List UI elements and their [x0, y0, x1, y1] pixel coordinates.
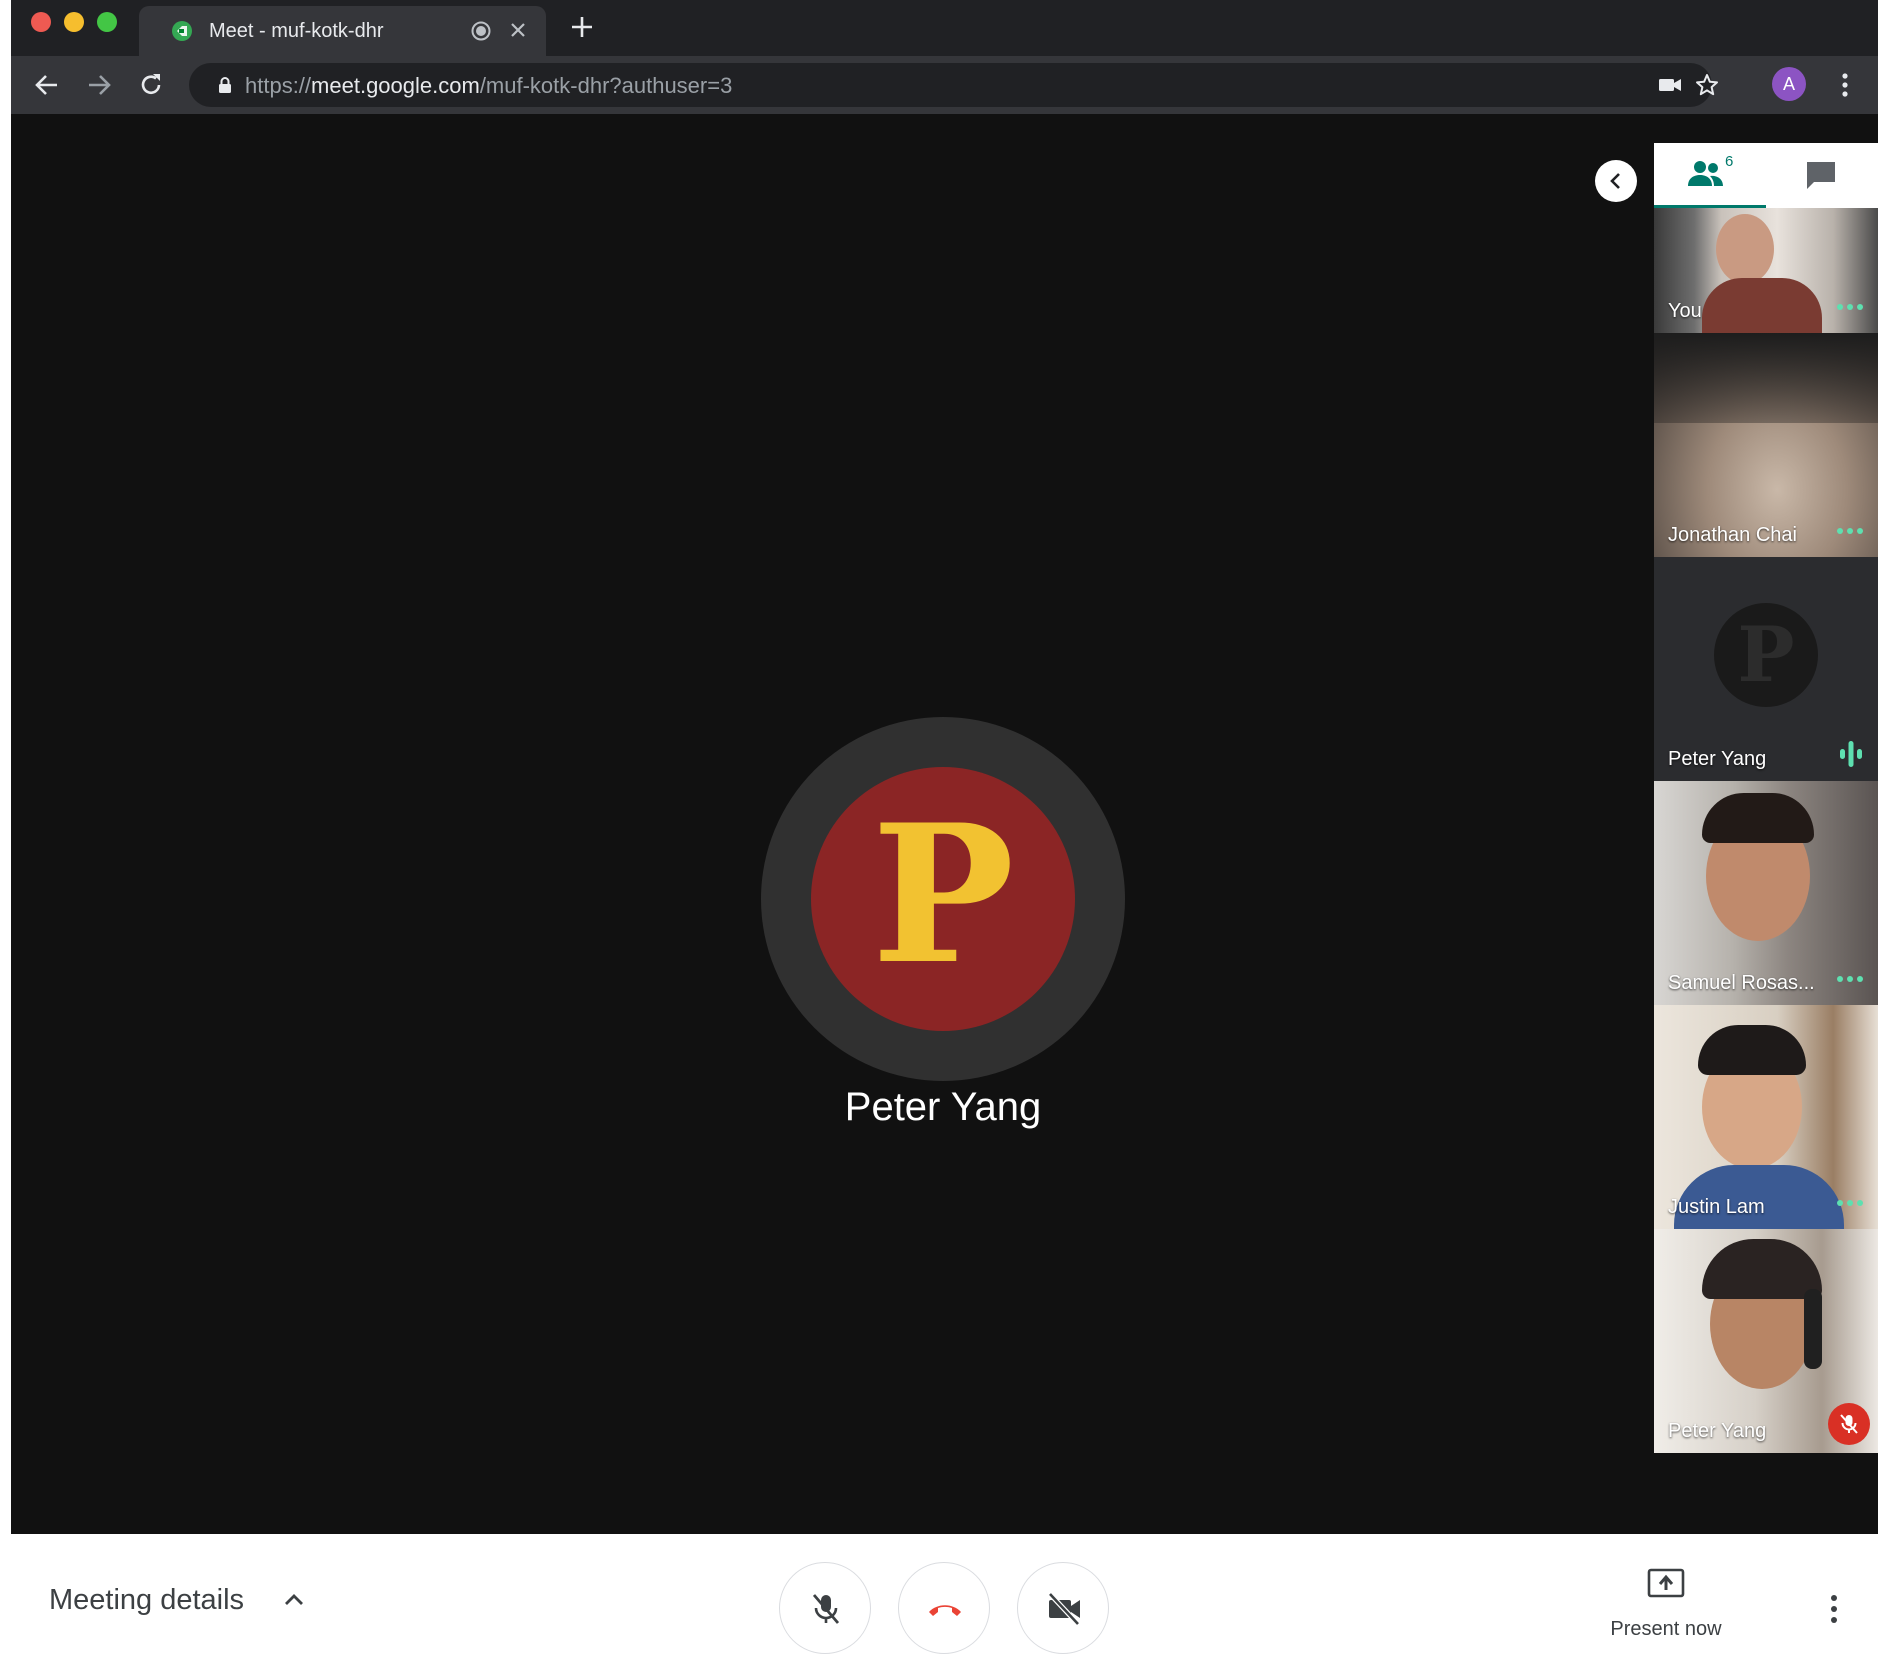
mic-off-icon	[812, 1594, 840, 1624]
speaking-indicator-icon	[1840, 741, 1862, 767]
browser-window: Meet - muf-kotk-dhr https://meet.google.…	[11, 0, 1878, 1670]
bookmark-star-icon[interactable]	[1694, 72, 1720, 98]
participant-tile[interactable]: Jonathan Chai	[1654, 333, 1878, 557]
participant-video-hair	[1654, 333, 1878, 423]
tab-title: Meet - muf-kotk-dhr	[209, 20, 384, 42]
muted-badge	[1828, 1403, 1870, 1445]
meeting-details-label: Meeting details	[49, 1584, 245, 1616]
participant-avatar: P	[1714, 603, 1818, 707]
address-bar[interactable]: https://meet.google.com/muf-kotk-dhr?aut…	[189, 63, 1718, 107]
active-speaker-name: Peter Yang	[844, 1085, 1042, 1129]
participant-tile[interactable]: You	[1654, 208, 1878, 333]
active-speaker-avatar-letter: P	[871, 783, 1015, 1006]
microphone-toggle-button[interactable]	[779, 1562, 871, 1654]
active-speaker-avatar: P	[761, 717, 1125, 1081]
meet-favicon-icon	[172, 21, 192, 41]
leave-call-button[interactable]	[898, 1562, 990, 1654]
participant-name: You	[1668, 300, 1702, 322]
participant-name: Justin Lam	[1668, 1196, 1765, 1218]
chevron-up-icon	[285, 1594, 303, 1605]
recording-indicator-icon	[471, 21, 491, 41]
forward-icon[interactable]	[84, 70, 114, 100]
url-path: /muf-kotk-dhr?authuser=3	[479, 73, 733, 98]
participant-video-body	[1702, 278, 1822, 333]
new-tab-icon[interactable]	[569, 14, 595, 40]
participant-name: Jonathan Chai	[1668, 524, 1797, 546]
people-icon	[1688, 161, 1723, 186]
present-screen-icon	[1647, 1568, 1685, 1598]
browser-toolbar: https://meet.google.com/muf-kotk-dhr?aut…	[11, 56, 1878, 114]
more-options-icon[interactable]	[1836, 303, 1864, 311]
participant-tile[interactable]: Peter Yang	[1654, 1229, 1878, 1453]
active-speaker-avatar-core: P	[811, 767, 1075, 1031]
browser-menu-icon[interactable]	[1835, 70, 1855, 100]
collapse-panel-button[interactable]	[1595, 160, 1637, 202]
participant-name: Peter Yang	[1668, 1420, 1767, 1442]
profile-avatar[interactable]: A	[1772, 67, 1806, 101]
tab-chat[interactable]	[1766, 143, 1878, 208]
present-now-label: Present now	[1610, 1618, 1722, 1640]
participants-panel: 6 You Jonathan Chai P Peter Yang Samuel …	[1654, 143, 1878, 1453]
more-options-icon[interactable]	[1836, 1199, 1864, 1207]
participant-name: Peter Yang	[1668, 748, 1767, 770]
participant-tile[interactable]: Samuel Rosas...	[1654, 781, 1878, 1005]
participant-tile[interactable]: Justin Lam	[1654, 1005, 1878, 1229]
url-host: meet.google.com	[311, 73, 480, 98]
meeting-stage: P Peter Yang 6 You Jonathan Chai P Peter…	[11, 114, 1878, 1534]
participant-video-hair	[1702, 793, 1814, 843]
more-options-icon[interactable]	[1836, 975, 1864, 983]
camera-toggle-button[interactable]	[1017, 1562, 1109, 1654]
participant-video-hair	[1702, 1239, 1822, 1299]
more-options-icon[interactable]	[1836, 527, 1864, 535]
participant-name: Samuel Rosas...	[1668, 972, 1815, 994]
browser-tab-meet[interactable]: Meet - muf-kotk-dhr	[139, 6, 546, 56]
chevron-left-icon	[1610, 173, 1620, 189]
participant-count: 6	[1725, 153, 1734, 170]
participant-video-face	[1716, 214, 1774, 284]
url-scheme: https://	[245, 73, 312, 98]
camera-off-icon	[1048, 1592, 1080, 1626]
close-window-button[interactable]	[31, 12, 51, 32]
chat-icon	[1807, 162, 1835, 189]
camera-in-use-icon[interactable]	[1657, 72, 1683, 98]
close-tab-icon[interactable]	[509, 21, 527, 39]
more-options-icon[interactable]	[1824, 1592, 1844, 1626]
mic-off-icon	[1840, 1414, 1858, 1434]
tab-people[interactable]: 6	[1654, 143, 1766, 208]
hang-up-icon	[929, 1605, 961, 1616]
lock-icon	[219, 77, 231, 93]
url-text: https://meet.google.com/muf-kotk-dhr?aut…	[245, 73, 732, 99]
present-now-button[interactable]: Present now	[1586, 1568, 1746, 1648]
meeting-controls-bar: Meeting details Present now	[11, 1534, 1878, 1670]
participant-video-headphones	[1804, 1289, 1822, 1369]
participant-avatar-letter: P	[1737, 610, 1795, 699]
minimize-window-button[interactable]	[64, 12, 84, 32]
participant-tile[interactable]: P Peter Yang	[1654, 557, 1878, 781]
participant-video-hair	[1698, 1025, 1806, 1075]
meeting-details-button[interactable]: Meeting details	[49, 1584, 303, 1624]
panel-tabs: 6	[1654, 143, 1878, 208]
reload-icon[interactable]	[136, 70, 166, 100]
maximize-window-button[interactable]	[97, 12, 117, 32]
back-icon[interactable]	[32, 70, 62, 100]
tab-strip: Meet - muf-kotk-dhr	[11, 0, 1878, 56]
